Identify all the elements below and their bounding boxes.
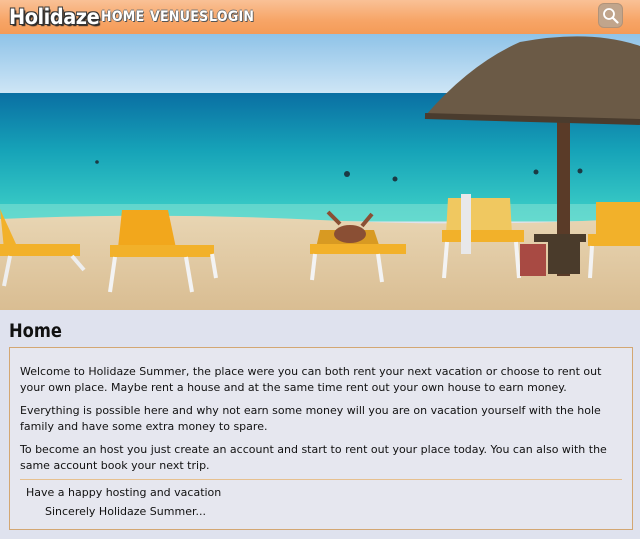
page-title: Home [9, 320, 63, 342]
content-divider [20, 479, 622, 480]
become-host-paragraph: To become an host you just create an acc… [20, 443, 607, 472]
site-logo[interactable]: Holidaze [9, 5, 100, 29]
top-navbar: Holidaze HOME VENUES LOGIN [0, 0, 640, 34]
welcome-content-box: Welcome to Holidaze Summer, the place we… [9, 347, 633, 530]
search-icon [603, 8, 619, 24]
welcome-paragraph: Welcome to Holidaze Summer, the place we… [20, 365, 602, 394]
signature-text: Sincerely Holidaze Summer... [45, 505, 206, 518]
nav-login-link[interactable]: LOGIN [209, 9, 254, 25]
nav-home-link[interactable]: HOME [101, 9, 144, 25]
closing-text: Have a happy hosting and vacation [26, 486, 222, 499]
search-button[interactable] [598, 3, 623, 28]
beach-illustration [0, 34, 640, 310]
nav-venues-link[interactable]: VENUES [150, 9, 208, 25]
earnings-paragraph: Everything is possible here and why not … [20, 404, 601, 433]
hero-image [0, 34, 640, 310]
